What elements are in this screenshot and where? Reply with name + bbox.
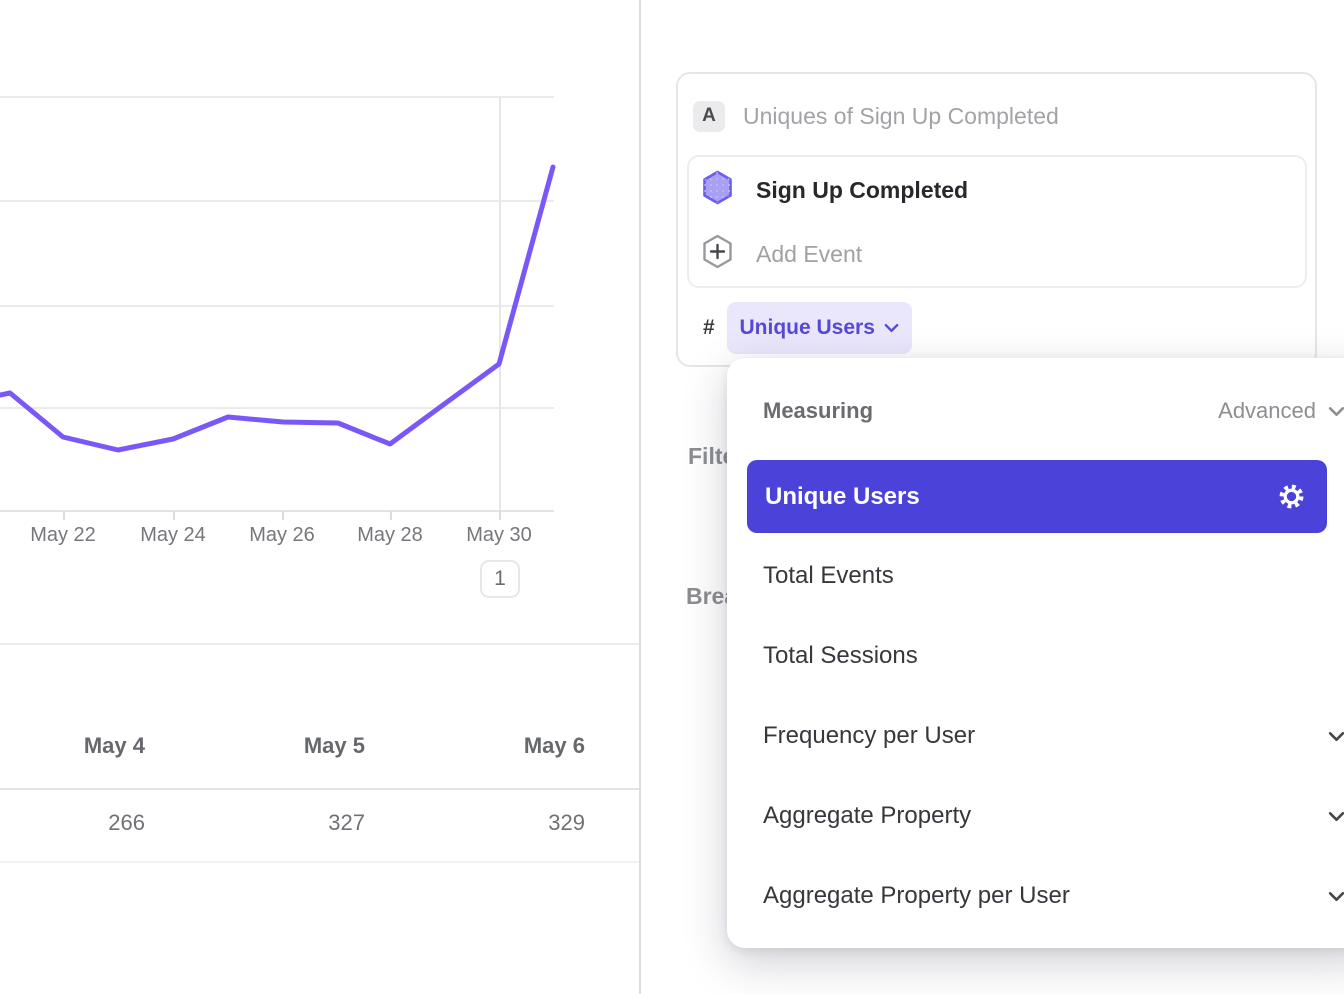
add-event-label: Add Event xyxy=(756,241,862,268)
series-title[interactable]: Uniques of Sign Up Completed xyxy=(743,103,1059,130)
table-column-header[interactable]: May 4 xyxy=(0,733,145,759)
query-series-card: A Uniques of Sign Up Completed xyxy=(676,72,1317,367)
table-header-divider xyxy=(0,788,639,790)
menu-item-frequency-per-user[interactable]: Frequency per User xyxy=(763,714,1344,758)
x-axis-label: May 28 xyxy=(357,524,423,547)
event-row[interactable]: Sign Up Completed xyxy=(702,172,968,208)
pane-divider xyxy=(639,0,641,994)
chevron-down-icon xyxy=(884,323,899,333)
table-cell: 329 xyxy=(365,810,585,836)
menu-item-unique-users-selected[interactable]: Unique Users xyxy=(747,460,1327,533)
annotation-marker-badge[interactable]: 1 xyxy=(480,560,520,598)
chevron-down-icon xyxy=(1328,406,1344,417)
metric-chip-label: Unique Users xyxy=(740,316,875,340)
event-card: Sign Up Completed Add Event xyxy=(687,155,1307,288)
dropdown-header: Measuring Advanced xyxy=(763,394,1344,428)
metric-selector-chip[interactable]: Unique Users xyxy=(727,302,912,354)
section-divider xyxy=(0,643,639,645)
chevron-down-icon xyxy=(1328,811,1344,822)
x-axis-label: May 30 xyxy=(466,524,532,547)
table-cell: 327 xyxy=(145,810,365,836)
x-axis-label: May 22 xyxy=(30,524,96,547)
menu-item-label: Frequency per User xyxy=(763,722,975,750)
menu-item-label: Total Events xyxy=(763,562,894,590)
table-row-divider xyxy=(0,861,639,863)
series-row: A Uniques of Sign Up Completed xyxy=(693,100,1059,132)
menu-item-label: Aggregate Property per User xyxy=(763,882,1070,910)
x-axis-label: May 24 xyxy=(140,524,206,547)
insights-screen: May 22 May 24 May 26 May 28 May 30 1 May 4 M… xyxy=(0,0,1344,994)
x-axis-label: May 26 xyxy=(249,524,315,547)
advanced-toggle[interactable]: Advanced xyxy=(1218,398,1344,424)
gear-icon[interactable] xyxy=(1278,483,1305,510)
chevron-down-icon xyxy=(1328,891,1344,902)
menu-item-label: Total Sessions xyxy=(763,642,918,670)
table-column-header[interactable]: May 6 xyxy=(365,733,585,759)
menu-item-total-events[interactable]: Total Events xyxy=(763,554,1344,598)
add-event-row[interactable]: Add Event xyxy=(702,236,862,272)
metric-type-icon: # xyxy=(703,316,715,340)
menu-item-total-sessions[interactable]: Total Sessions xyxy=(763,634,1344,678)
advanced-label: Advanced xyxy=(1218,398,1316,424)
selected-item-label: Unique Users xyxy=(765,483,920,511)
chevron-down-icon xyxy=(1328,731,1344,742)
event-name[interactable]: Sign Up Completed xyxy=(756,177,968,204)
table-cell: 266 xyxy=(0,810,145,836)
add-event-hexagon-icon xyxy=(702,234,733,274)
menu-item-aggregate-property-per-user[interactable]: Aggregate Property per User xyxy=(763,874,1344,918)
measuring-dropdown: Measuring Advanced Unique Users Total Ev… xyxy=(727,358,1344,948)
trend-line xyxy=(0,167,553,450)
metric-row: # Unique Users xyxy=(703,302,912,354)
event-hexagon-icon xyxy=(702,170,733,210)
menu-item-label: Aggregate Property xyxy=(763,802,971,830)
table-column-header[interactable]: May 5 xyxy=(145,733,365,759)
series-letter-badge: A xyxy=(693,101,725,132)
trend-line-svg xyxy=(0,0,556,525)
menu-item-aggregate-property[interactable]: Aggregate Property xyxy=(763,794,1344,838)
measuring-label: Measuring xyxy=(763,398,873,424)
line-chart: May 22 May 24 May 26 May 28 May 30 1 xyxy=(0,0,639,643)
